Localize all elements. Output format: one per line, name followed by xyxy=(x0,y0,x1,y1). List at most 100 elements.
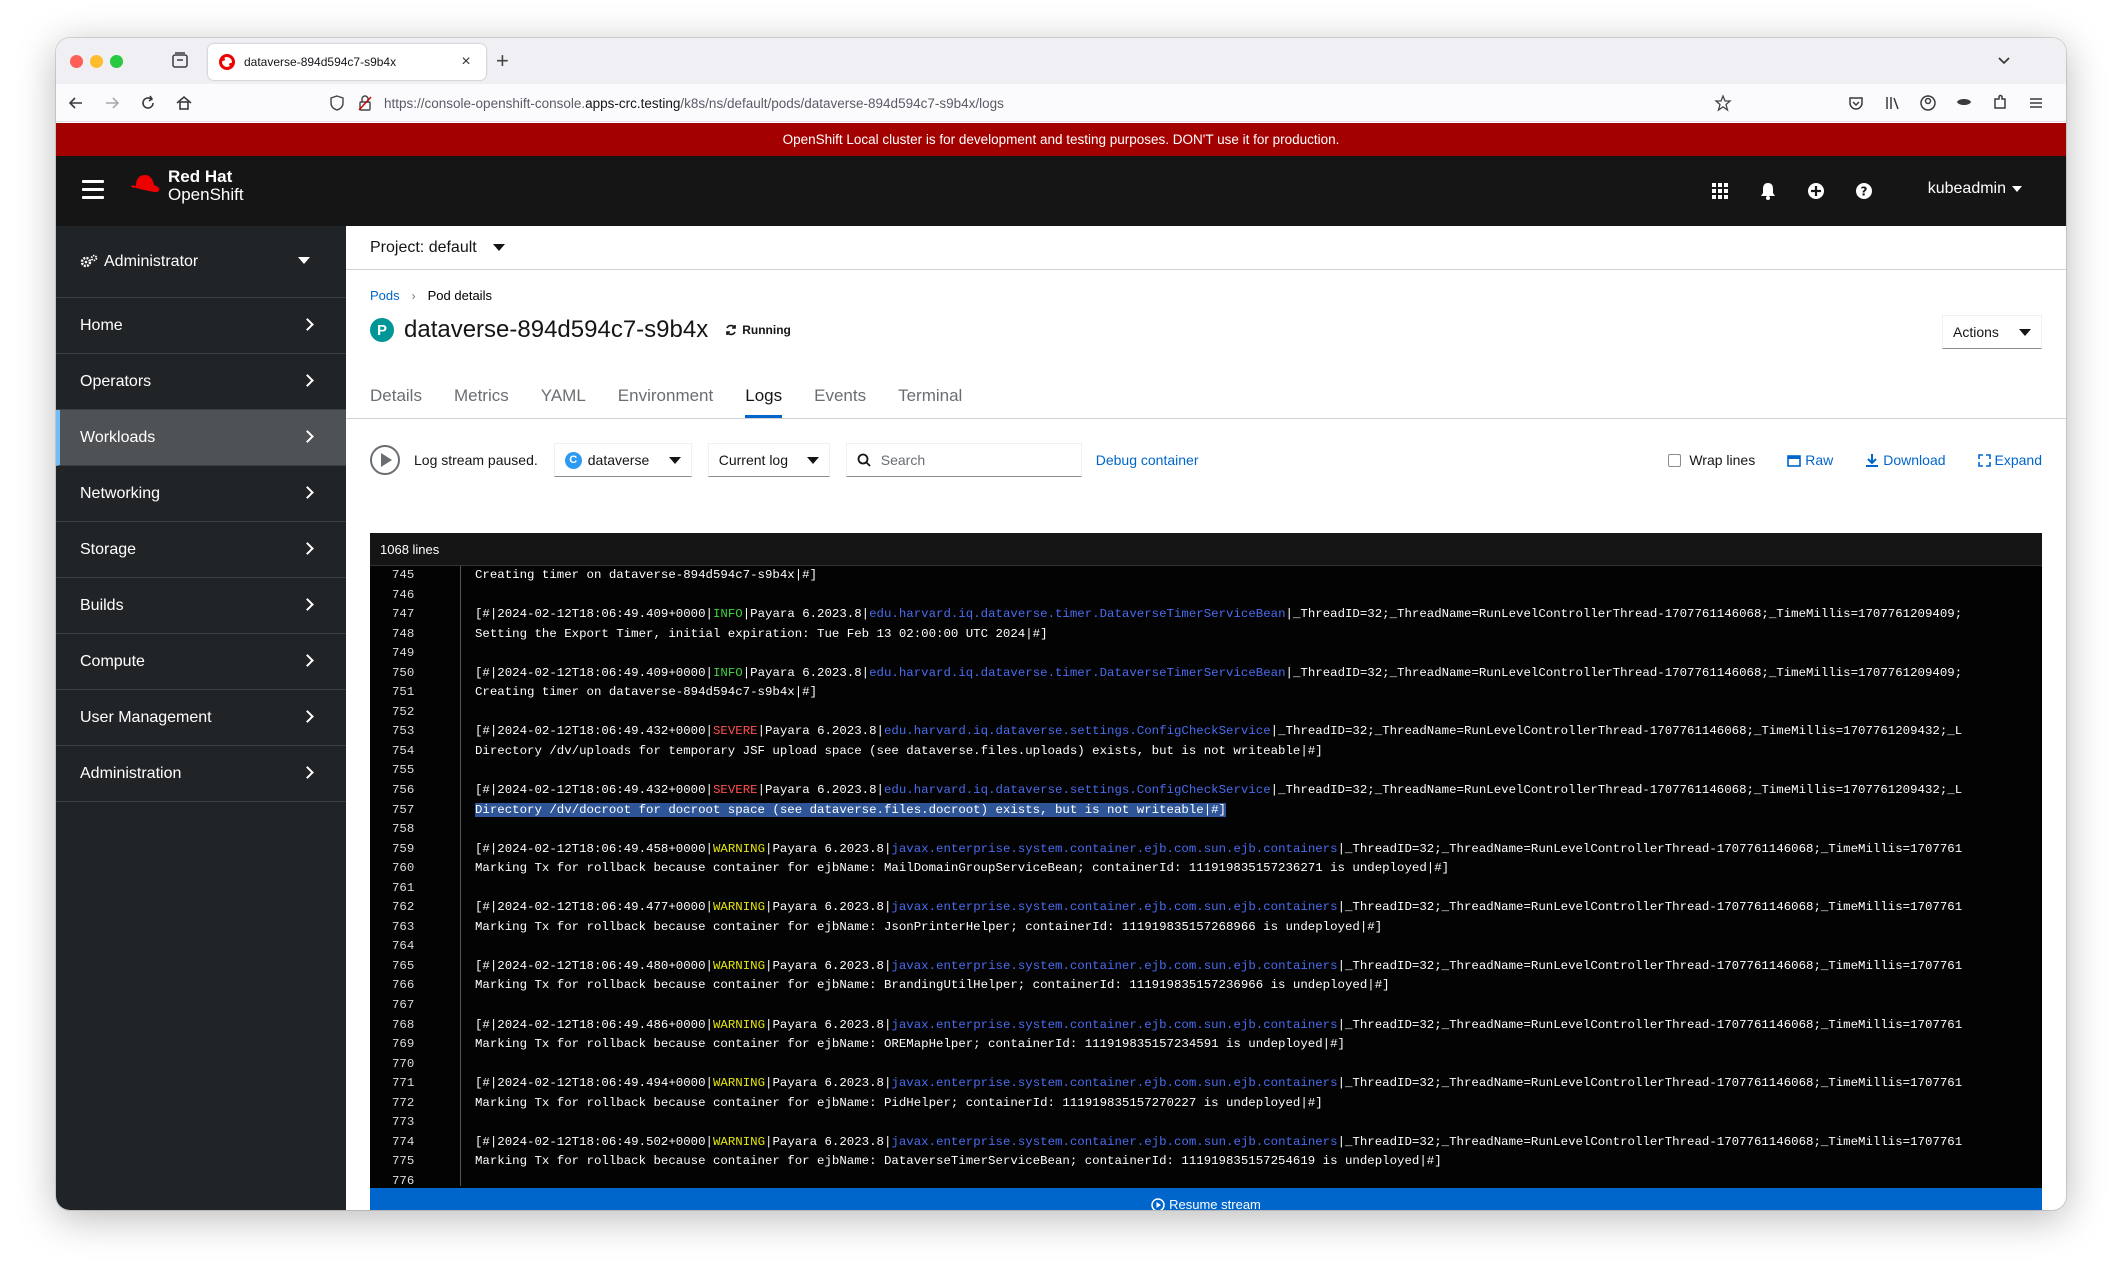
back-arrow-icon[interactable] xyxy=(66,93,86,113)
log-line-text: [#|2024-02-12T18:06:49.477+0000|WARNING|… xyxy=(460,898,1962,918)
tab-logs[interactable]: Logs xyxy=(745,374,782,418)
log-line-number: 748 xyxy=(392,626,415,641)
log-line-text xyxy=(460,703,475,723)
browser-tab-active[interactable]: dataverse-894d594c7-s9b4x × xyxy=(208,44,486,80)
home-icon[interactable] xyxy=(174,93,194,113)
minimize-window-button[interactable] xyxy=(90,55,103,68)
search-input[interactable]: Search xyxy=(845,443,1082,477)
sidebar-item-label: Compute xyxy=(80,652,145,670)
sidebar-item-builds[interactable]: Builds xyxy=(56,578,346,634)
tab-events[interactable]: Events xyxy=(814,374,866,418)
sidebar-item-label: Storage xyxy=(80,540,137,558)
sidebar-item-operators[interactable]: Operators xyxy=(56,354,346,410)
log-pkg-segment: edu.harvard.iq.dataverse.timer.Dataverse… xyxy=(869,607,1286,622)
log-line: 753 [#|2024-02-12T18:06:49.432+0000|SEVER… xyxy=(370,722,2042,742)
sidebar-item-storage[interactable]: Storage xyxy=(56,522,346,578)
wrap-lines-label: Wrap lines xyxy=(1689,452,1756,468)
account-icon[interactable] xyxy=(1918,93,1938,113)
sidebar-item-compute[interactable]: Compute xyxy=(56,634,346,690)
log-pkg-segment: javax.enterprise.system.container.ejb.co… xyxy=(891,841,1338,856)
log-line: 769 Marking Tx for rollback because conta… xyxy=(370,1035,2042,1055)
close-window-button[interactable] xyxy=(70,55,83,68)
log-line-text xyxy=(460,996,475,1016)
log-line: 763 Marking Tx for rollback because conta… xyxy=(370,918,2042,938)
log-line: 752 xyxy=(370,703,2042,723)
log-pkg-segment: javax.enterprise.system.container.ejb.co… xyxy=(891,1134,1338,1149)
log-line-number: 769 xyxy=(392,1037,415,1052)
raw-button[interactable]: Raw xyxy=(1787,452,1833,468)
log-line-number: 771 xyxy=(392,1076,415,1091)
sidebar-item-label: Operators xyxy=(80,372,152,390)
sidebar-item-administration[interactable]: Administration xyxy=(56,746,346,802)
container-badge: C xyxy=(564,451,582,469)
resume-stream-button[interactable]: Resume stream xyxy=(370,1188,2042,1210)
chevron-right-icon xyxy=(301,598,314,611)
url-bar[interactable]: https://console-openshift-console.apps-c… xyxy=(328,87,1732,119)
app-launcher-grid-icon[interactable] xyxy=(1709,180,1731,202)
help-question-icon[interactable]: ? xyxy=(1853,180,1875,202)
log-line-text: Marking Tx for rollback because containe… xyxy=(460,1094,1323,1114)
extensions-puzzle-icon[interactable] xyxy=(1990,93,2010,113)
tab-terminal[interactable]: Terminal xyxy=(898,374,962,418)
close-tab-icon[interactable]: × xyxy=(456,53,476,71)
log-line-number: 754 xyxy=(392,743,415,758)
breadcrumb-pods-link[interactable]: Pods xyxy=(370,288,400,303)
status-text: Running xyxy=(742,323,791,337)
browser-tab-bar: dataverse-894d594c7-s9b4x × + xyxy=(56,38,2066,84)
project-selector[interactable]: Project: default xyxy=(346,226,2066,270)
container-select[interactable]: Cdataverse xyxy=(553,443,692,477)
log-line-number: 772 xyxy=(392,1095,415,1110)
log-line: 756 [#|2024-02-12T18:06:49.432+0000|SEVER… xyxy=(370,781,2042,801)
lock-icon[interactable] xyxy=(356,94,374,112)
log-line-text: Directory /dv/uploads for temporary JSF … xyxy=(460,742,1323,762)
expand-button[interactable]: Expand xyxy=(1977,452,2042,468)
sidebar-item-networking[interactable]: Networking xyxy=(56,466,346,522)
shield-icon[interactable] xyxy=(328,94,346,112)
sync-icon xyxy=(726,324,737,336)
play-stream-button[interactable] xyxy=(370,445,400,475)
reload-icon[interactable] xyxy=(138,93,158,113)
add-import-icon[interactable] xyxy=(1805,180,1827,202)
sidebar-item-label: Administration xyxy=(80,764,182,782)
library-icon[interactable] xyxy=(1882,93,1902,113)
search-placeholder: Search xyxy=(880,452,926,468)
log-line: 773 xyxy=(370,1113,2042,1133)
line-number-divider xyxy=(460,566,461,1186)
log-text-segment: Directory /dv/uploads for temporary JSF … xyxy=(475,743,1323,758)
log-pkg-segment: javax.enterprise.system.container.ejb.co… xyxy=(891,1017,1338,1032)
nav-toggle-icon[interactable] xyxy=(82,180,104,200)
perspective-switcher[interactable]: Administrator xyxy=(56,226,346,298)
tab-yaml[interactable]: YAML xyxy=(541,374,586,418)
chevron-down-icon[interactable] xyxy=(1994,50,2014,70)
brand-logo[interactable]: Red Hat OpenShift xyxy=(128,168,244,204)
tab-overview-icon[interactable] xyxy=(170,50,190,70)
tab-environment[interactable]: Environment xyxy=(618,374,713,418)
notification-bell-icon[interactable] xyxy=(1757,180,1779,202)
wrap-lines-checkbox[interactable]: Wrap lines xyxy=(1668,452,1755,468)
sidebar-item-home[interactable]: Home xyxy=(56,298,346,354)
bookmark-star-icon[interactable] xyxy=(1714,94,1732,112)
breadcrumb-current: Pod details xyxy=(427,288,492,303)
user-menu[interactable]: kubeadmin xyxy=(1928,180,2022,198)
menu-icon[interactable] xyxy=(2026,93,2046,113)
new-tab-icon[interactable]: + xyxy=(496,48,509,74)
pocket-icon[interactable] xyxy=(1846,93,1866,113)
log-type-select[interactable]: Current log xyxy=(707,443,830,477)
actions-dropdown[interactable]: Actions xyxy=(1942,315,2042,349)
log-line: 751 Creating timer on dataverse-894d594c7… xyxy=(370,683,2042,703)
download-button[interactable]: Download xyxy=(1865,452,1946,468)
log-text-segment: [#|2024-02-12T18:06:49.432+0000| xyxy=(475,783,713,798)
sidebar-item-user-management[interactable]: User Management xyxy=(56,690,346,746)
chevron-right-icon xyxy=(301,430,314,443)
tab-metrics[interactable]: Metrics xyxy=(454,374,509,418)
forward-arrow-icon[interactable] xyxy=(102,93,122,113)
extension-mask-icon[interactable] xyxy=(1954,93,1974,113)
tab-details[interactable]: Details xyxy=(370,374,422,418)
log-text-segment: [#|2024-02-12T18:06:49.480+0000| xyxy=(475,958,713,973)
maximize-window-button[interactable] xyxy=(110,55,123,68)
log-body[interactable]: 745 Creating timer on dataverse-894d594c7… xyxy=(370,566,2042,1186)
debug-container-link[interactable]: Debug container xyxy=(1096,452,1199,468)
download-icon xyxy=(1866,454,1879,467)
log-text-segment: Marking Tx for rollback because containe… xyxy=(475,978,1390,993)
sidebar-item-workloads[interactable]: Workloads xyxy=(56,410,346,466)
